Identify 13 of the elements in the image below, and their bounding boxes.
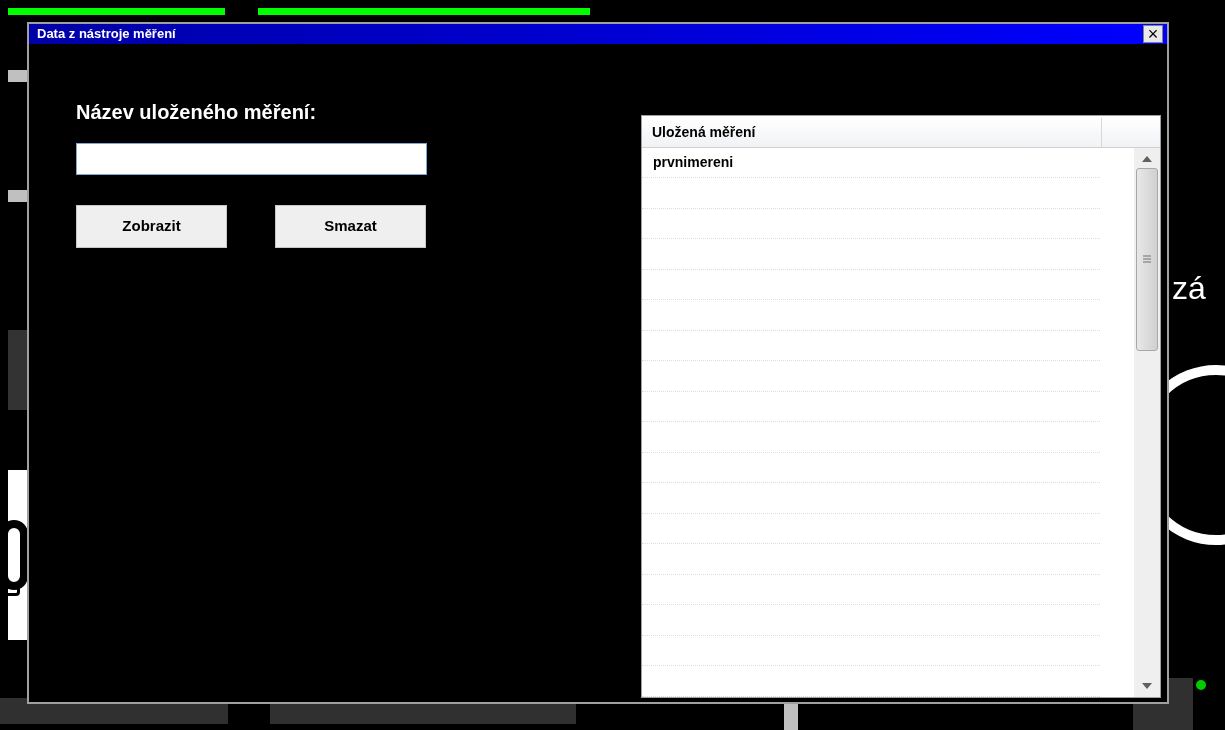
grip-icon (1143, 255, 1151, 263)
name-input-field[interactable] (76, 142, 427, 175)
action-button[interactable]: Zobrazit (76, 204, 227, 248)
field-label: Název uloženého měření: (76, 99, 318, 125)
scrollbar[interactable] (1134, 147, 1160, 697)
scroll-down-icon[interactable] (1142, 682, 1152, 689)
action-button[interactable]: Smazat (275, 204, 426, 248)
scroll-thumb[interactable] (1136, 167, 1158, 351)
scroll-up-icon[interactable] (1142, 155, 1152, 162)
close-button[interactable]: × (1143, 24, 1163, 43)
window-title: Data z nástroje měření (37, 25, 176, 43)
list-item[interactable]: prvnimereni (642, 147, 1100, 178)
background-label: zá (1172, 269, 1206, 308)
